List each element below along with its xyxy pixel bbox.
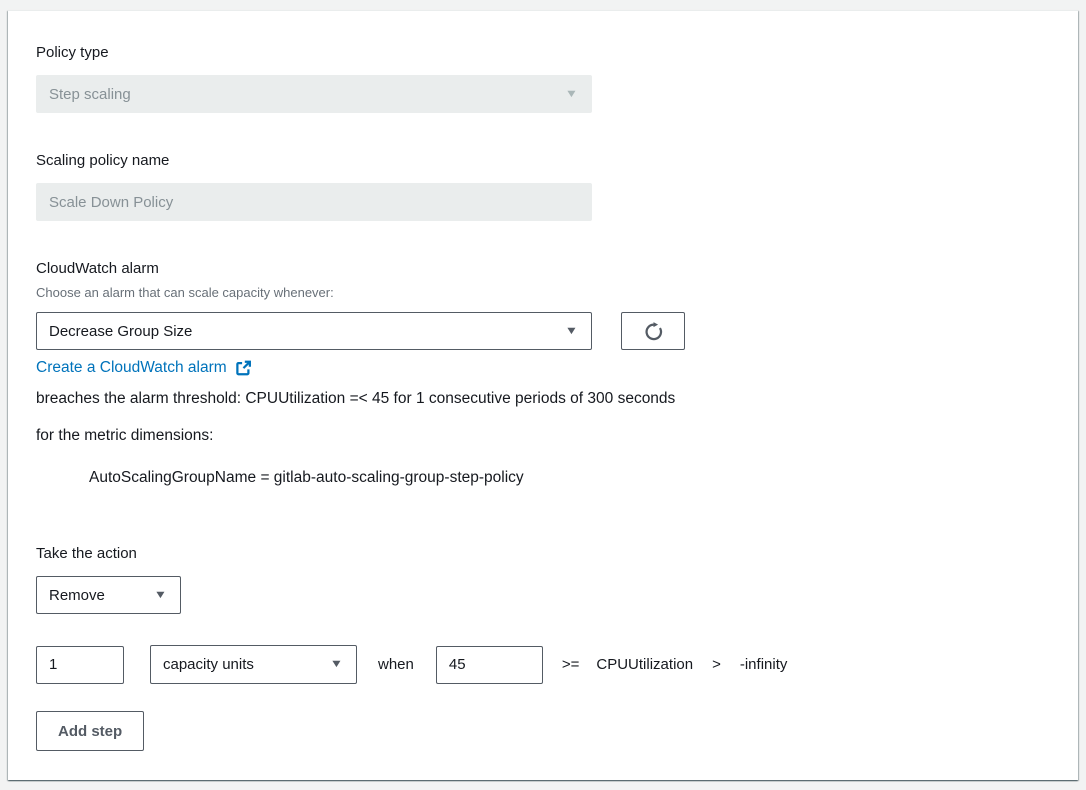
cloudwatch-alarm-description: Choose an alarm that can scale capacity …: [36, 285, 1050, 301]
when-label: when: [378, 656, 414, 673]
alarm-threshold-text: breaches the alarm threshold: CPUUtiliza…: [36, 380, 684, 454]
add-step-button[interactable]: Add step: [36, 711, 144, 751]
policy-name-field: Scaling policy name: [36, 152, 1050, 221]
take-action-label: Take the action: [36, 545, 1050, 563]
upper-bound-operator: >=: [562, 656, 580, 673]
chevron-down-icon: ▼: [565, 89, 579, 100]
policy-name-input: [36, 183, 592, 221]
chevron-down-icon: ▼: [565, 326, 579, 337]
chevron-down-icon: ▼: [330, 659, 344, 670]
lower-bound-value: -infinity: [740, 656, 788, 673]
action-type-selected-value: Remove: [49, 587, 105, 604]
alarm-select-row: Decrease Group Size ▼: [36, 312, 1050, 350]
policy-type-selected-value: Step scaling: [49, 86, 131, 103]
external-link-icon: [234, 359, 252, 377]
metric-dimension-text: AutoScalingGroupName = gitlab-auto-scali…: [36, 469, 1050, 487]
step-unit-selected-value: capacity units: [163, 656, 254, 673]
page-background: { "colors": { "page_background": "#f2f3f…: [0, 0, 1086, 790]
lower-bound-operator: >: [712, 656, 721, 673]
step-amount-input[interactable]: [36, 646, 124, 684]
step-unit-select[interactable]: capacity units ▼: [150, 645, 357, 684]
step-threshold-input[interactable]: [436, 646, 543, 684]
refresh-icon: [643, 321, 664, 342]
policy-type-field: Policy type Step scaling ▼: [36, 44, 1050, 113]
chevron-down-icon: ▼: [154, 590, 168, 601]
policy-type-label: Policy type: [36, 44, 1050, 62]
step-scaling-policy-card: Policy type Step scaling ▼ Scaling polic…: [8, 10, 1078, 780]
take-action-field: Take the action Remove ▼ capacity units …: [36, 545, 1050, 751]
cloudwatch-alarm-selected-value: Decrease Group Size: [49, 323, 192, 340]
action-type-select[interactable]: Remove ▼: [36, 576, 181, 614]
create-cloudwatch-alarm-link-label: Create a CloudWatch alarm: [36, 359, 227, 377]
cloudwatch-alarm-select[interactable]: Decrease Group Size ▼: [36, 312, 592, 350]
metric-name-label: CPUUtilization: [596, 656, 693, 673]
policy-type-select: Step scaling ▼: [36, 75, 592, 113]
policy-name-label: Scaling policy name: [36, 152, 1050, 170]
refresh-alarms-button[interactable]: [621, 312, 685, 350]
cloudwatch-alarm-field: CloudWatch alarm Choose an alarm that ca…: [36, 260, 1050, 487]
cloudwatch-alarm-label: CloudWatch alarm: [36, 260, 1050, 278]
create-cloudwatch-alarm-link[interactable]: Create a CloudWatch alarm: [36, 359, 252, 377]
scaling-step-row: capacity units ▼ when >= CPUUtilization …: [36, 645, 1050, 684]
